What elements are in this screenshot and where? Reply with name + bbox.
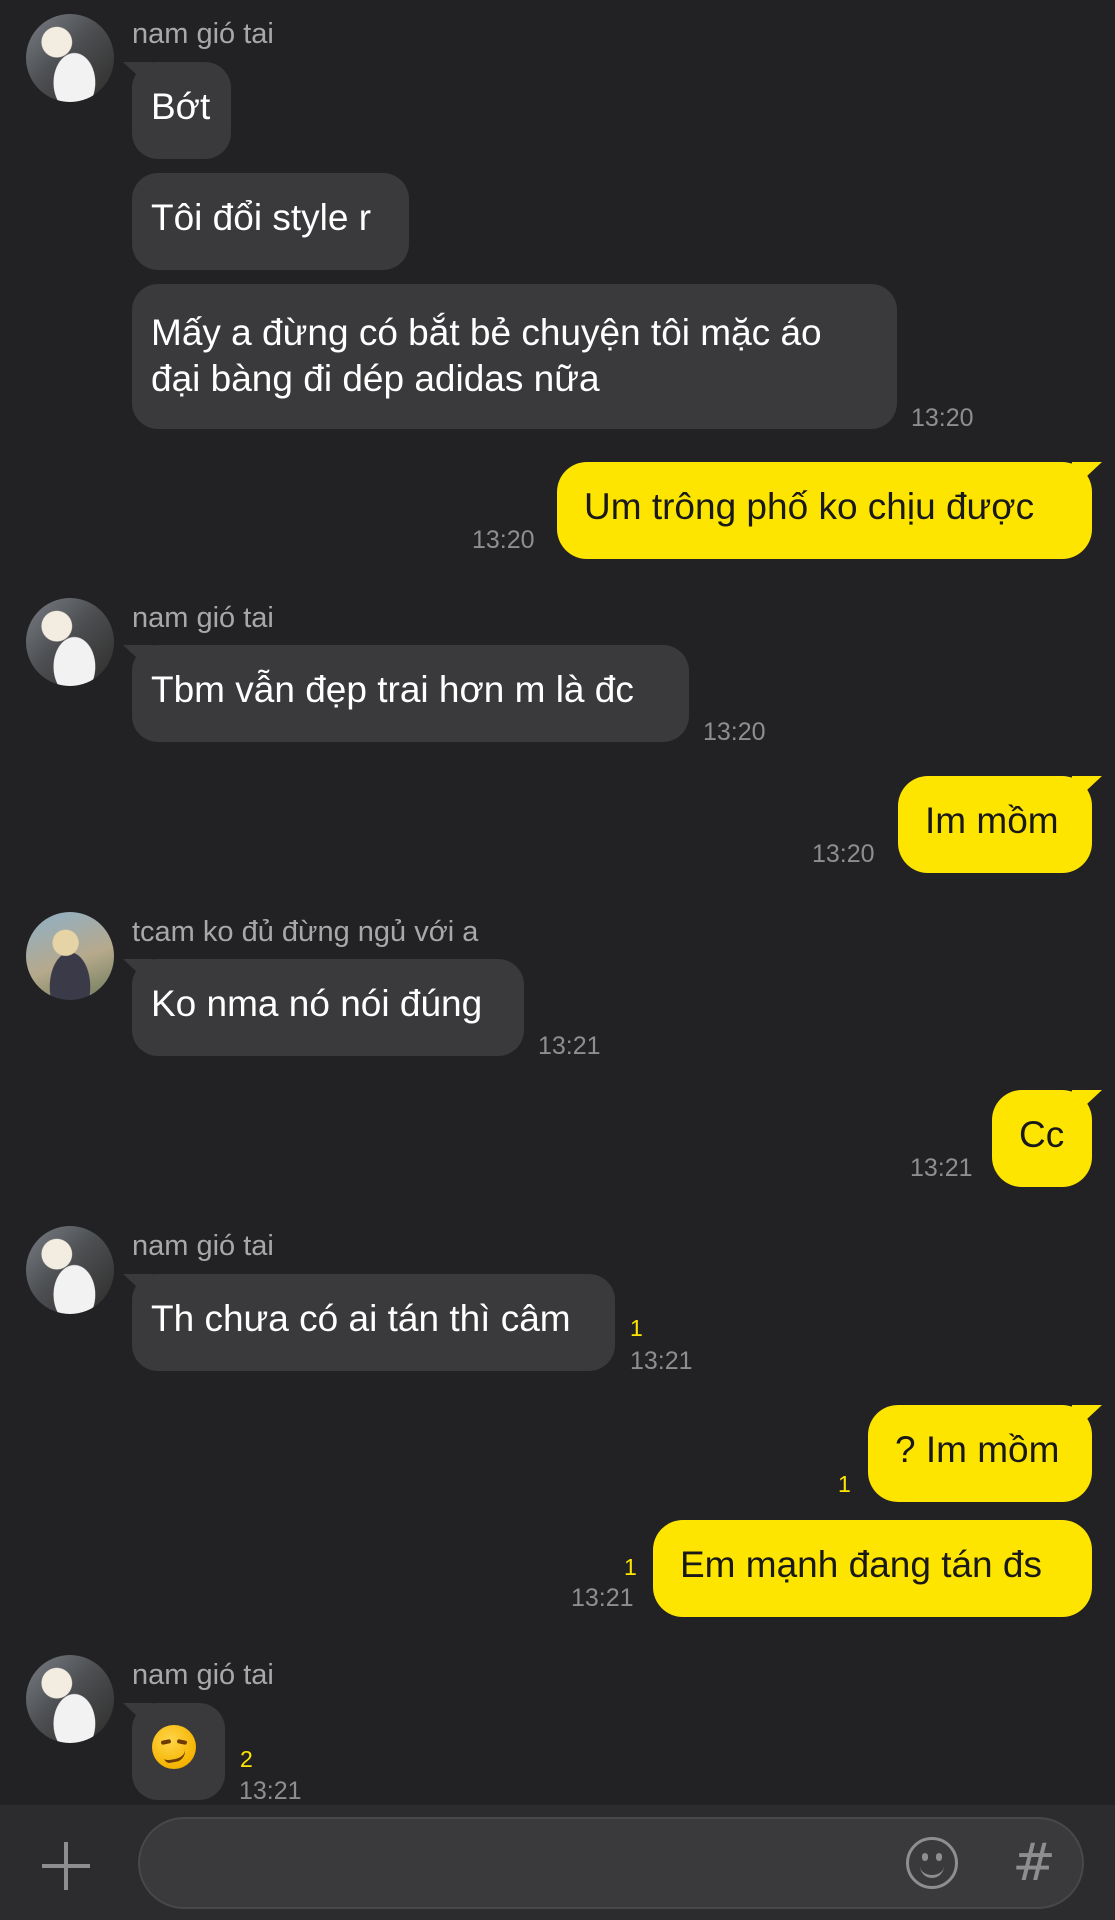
message-bubble[interactable]: ? Im mồm xyxy=(868,1405,1102,1502)
bubble-tail xyxy=(1072,1405,1102,1433)
message-text: ? Im mồm xyxy=(895,1429,1060,1470)
message-bubble[interactable]: Cc xyxy=(992,1090,1102,1187)
sender-name: nam gió tai xyxy=(132,18,274,50)
bubble-tail xyxy=(1072,1090,1102,1118)
bubble-tail xyxy=(1072,776,1102,804)
avatar[interactable] xyxy=(26,14,114,102)
bubble-tail xyxy=(123,1703,153,1731)
message-bubble[interactable]: Tôi đổi style r xyxy=(132,173,409,270)
chat-message-list[interactable]: nam gió tai Bớt Tôi đổi style r Mấy a đừ… xyxy=(0,0,1115,1805)
bubble-tail xyxy=(123,645,153,673)
avatar[interactable] xyxy=(26,1655,114,1743)
plus-icon[interactable] xyxy=(40,1840,92,1892)
sender-name: nam gió tai xyxy=(132,602,274,634)
avatar[interactable] xyxy=(26,912,114,1000)
message-time: 13:21 xyxy=(571,1584,634,1612)
message-time: 13:21 xyxy=(239,1777,302,1805)
message-bubble[interactable]: Em mạnh đang tán đs xyxy=(653,1520,1092,1617)
bubble-tail xyxy=(123,959,153,987)
sender-name: nam gió tai xyxy=(132,1230,274,1262)
message-bubble[interactable]: Im mồm xyxy=(898,776,1102,873)
message-bubble[interactable]: Tbm vẫn đẹp trai hơn m là đc xyxy=(123,645,689,742)
message-bubble[interactable]: Bớt xyxy=(123,62,231,159)
avatar[interactable] xyxy=(26,598,114,686)
sender-name: tcam ko đủ đừng ngủ với a xyxy=(132,916,479,948)
message-time: 13:20 xyxy=(703,718,766,746)
message-time: 13:20 xyxy=(911,404,974,432)
message-time: 13:21 xyxy=(538,1032,601,1060)
bubble-tail xyxy=(123,1274,153,1302)
message-bubble[interactable] xyxy=(123,1703,225,1800)
message-bubble[interactable]: Th chưa có ai tán thì câm xyxy=(123,1274,615,1371)
message-time: 13:20 xyxy=(812,840,875,868)
message-bubble[interactable]: Ko nma nó nói đúng xyxy=(123,959,524,1056)
message-text: Bớt xyxy=(151,86,211,127)
avatar[interactable] xyxy=(26,1226,114,1314)
hash-button[interactable]: # xyxy=(1010,1836,1058,1890)
message-text: Mấy a đừng có bắt bẻ chuyện tôi mặc áo đ… xyxy=(151,312,822,399)
message-text: Ko nma nó nói đúng xyxy=(151,983,483,1024)
message-time: 13:21 xyxy=(910,1154,973,1182)
message-text: Tbm vẫn đẹp trai hơn m là đc xyxy=(151,669,634,710)
smiley-icon[interactable] xyxy=(906,1837,958,1889)
sender-name: nam gió tai xyxy=(132,1659,274,1691)
unread-count: 1 xyxy=(624,1554,637,1580)
smirking-face-icon xyxy=(152,1725,196,1769)
unread-count: 1 xyxy=(630,1315,643,1341)
message-time: 13:21 xyxy=(630,1347,693,1375)
message-text: Um trông phố ko chịu được xyxy=(584,486,1035,527)
message-text: Im mồm xyxy=(925,800,1059,841)
message-bubble[interactable]: Um trông phố ko chịu được xyxy=(557,462,1102,559)
message-time: 13:20 xyxy=(472,526,535,554)
unread-count: 2 xyxy=(240,1746,253,1772)
message-bubble[interactable]: Mấy a đừng có bắt bẻ chuyện tôi mặc áo đ… xyxy=(132,284,897,429)
unread-count: 1 xyxy=(838,1471,851,1497)
bubble-tail xyxy=(1072,462,1102,490)
message-text: Em mạnh đang tán đs xyxy=(680,1544,1042,1585)
message-text: Th chưa có ai tán thì câm xyxy=(151,1298,571,1339)
message-text: Tôi đổi style r xyxy=(151,197,372,238)
bubble-tail xyxy=(123,62,153,90)
message-text: Cc xyxy=(1019,1114,1065,1155)
